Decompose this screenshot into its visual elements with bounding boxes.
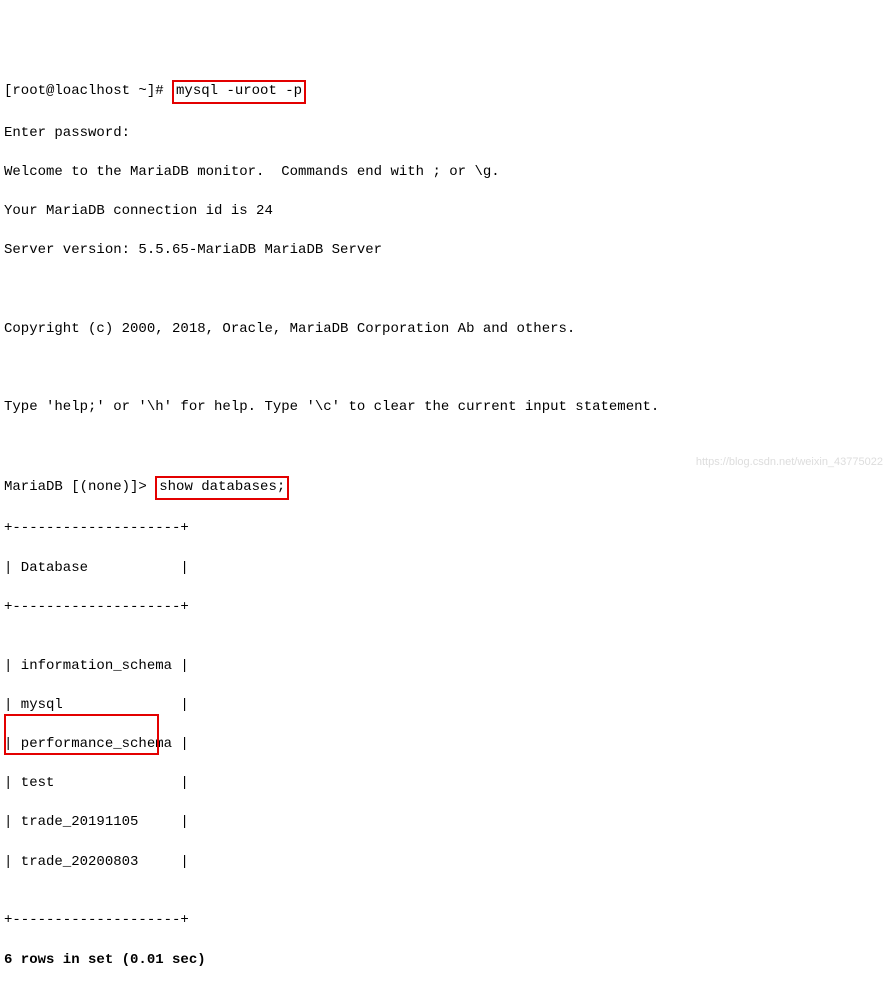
result-summary: 6 rows in set (0.01 sec) [4,951,889,971]
database-list: | information_schema | | mysql | | perfo… [4,637,889,911]
terminal-line [4,280,889,300]
table-border: +--------------------+ [4,598,889,618]
table-header: | Database | [4,559,889,579]
terminal-line [4,359,889,379]
terminal-line [4,990,889,1000]
terminal-line: MariaDB [(none)]> show databases; [4,476,889,500]
table-border: +--------------------+ [4,519,889,539]
terminal-line: [root@loaclhost ~]# mysql -uroot -p [4,80,889,104]
table-border: +--------------------+ [4,911,889,931]
table-row: | test | [4,774,889,794]
table-row: | trade_20200803 | [4,853,889,873]
terminal-line: Welcome to the MariaDB monitor. Commands… [4,163,889,183]
watermark-text: https://blog.csdn.net/weixin_43775022 [696,455,883,470]
highlighted-command-mysql: mysql -uroot -p [172,80,306,104]
terminal-line: Server version: 5.5.65-MariaDB MariaDB S… [4,241,889,261]
table-row: | performance_schema | [4,735,889,755]
terminal-line: Type 'help;' or '\h' for help. Type '\c'… [4,398,889,418]
terminal-line [4,437,889,457]
shell-prompt: [root@loaclhost ~]# [4,83,172,99]
mariadb-prompt: MariaDB [(none)]> [4,479,155,495]
highlighted-command-show-databases: show databases; [155,476,289,500]
terminal-line: Your MariaDB connection id is 24 [4,202,889,222]
table-row: | information_schema | [4,657,889,677]
terminal-line: Copyright (c) 2000, 2018, Oracle, MariaD… [4,320,889,340]
table-row: | trade_20191105 | [4,813,889,833]
table-row: | mysql | [4,696,889,716]
terminal-line: Enter password: [4,124,889,144]
